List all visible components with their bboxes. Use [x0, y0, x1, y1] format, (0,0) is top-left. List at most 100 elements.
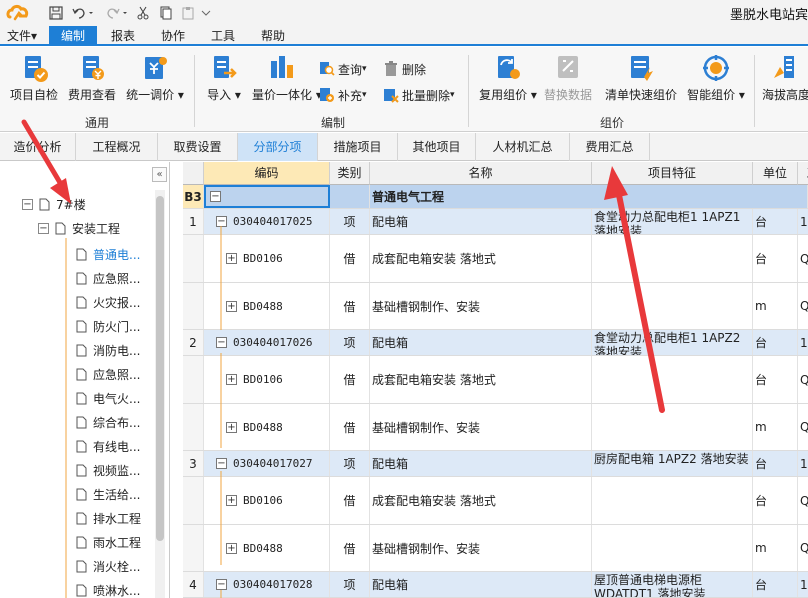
section-row[interactable]: B3 − 普通电气工程: [183, 185, 808, 209]
name-cell[interactable]: 成套配电箱安装 落地式: [370, 235, 592, 282]
unit-cell[interactable]: 台: [753, 235, 798, 282]
table-subrow[interactable]: +BD0488借基础槽钢制作、安装 mQD: [183, 283, 808, 330]
category-cell[interactable]: 项: [330, 209, 370, 234]
category-cell[interactable]: 借: [330, 404, 370, 450]
tree-item[interactable]: 应急照...: [76, 364, 140, 384]
table-subrow[interactable]: +BD0106借成套配电箱安装 落地式 台QD: [183, 356, 808, 404]
tree-item[interactable]: 喷淋水...: [76, 580, 140, 598]
feature-cell[interactable]: [592, 477, 753, 524]
unit-cell[interactable]: m: [753, 525, 798, 571]
project-check-button[interactable]: 项目自检: [6, 53, 62, 103]
code-cell[interactable]: −030404017028: [204, 572, 330, 597]
header-code[interactable]: 编码: [204, 162, 330, 185]
tree-item[interactable]: 排水工程: [76, 508, 141, 528]
section-code-cell[interactable]: −: [204, 185, 330, 208]
collapse-icon[interactable]: −: [216, 216, 227, 227]
tab-cost-analysis[interactable]: 造价分析: [0, 133, 76, 161]
unit-cell[interactable]: 台: [753, 209, 798, 234]
feature-cell[interactable]: [592, 404, 753, 450]
feature-cell[interactable]: 食堂动力总配电柜1 1APZ1 落地安装: [592, 209, 753, 234]
price-unified-button[interactable]: 量价一体化 ▾: [252, 53, 322, 103]
import-button[interactable]: 导入 ▾: [204, 53, 244, 103]
code-cell[interactable]: −030404017026: [204, 330, 330, 355]
menu-help[interactable]: 帮助: [253, 26, 293, 46]
menu-file[interactable]: 文件▾: [2, 26, 42, 46]
tree-item[interactable]: 雨水工程: [76, 532, 141, 552]
code-cell[interactable]: + BD0488: [204, 283, 330, 329]
tab-labor-material-summary[interactable]: 人材机汇总: [476, 133, 570, 161]
smart-group-button[interactable]: 智能组价 ▾: [686, 53, 746, 103]
unit-cell[interactable]: 台: [753, 477, 798, 524]
name-cell[interactable]: 配电箱: [370, 451, 592, 476]
extra-cell[interactable]: 1: [798, 330, 808, 355]
category-cell[interactable]: 项: [330, 451, 370, 476]
tree-item[interactable]: 消火栓...: [76, 556, 140, 576]
haiba-button[interactable]: 海拔高度: [762, 53, 808, 103]
collapse-icon[interactable]: −: [216, 579, 227, 590]
tree-scrollbar[interactable]: [155, 190, 165, 598]
code-cell[interactable]: + BD0106: [204, 477, 330, 524]
table-subrow[interactable]: +BD0106借成套配电箱安装 落地式 台QD: [183, 477, 808, 525]
scroll-thumb[interactable]: [156, 196, 164, 541]
unit-cell[interactable]: 台: [753, 356, 798, 403]
category-cell[interactable]: 项: [330, 572, 370, 597]
feature-cell[interactable]: 食堂动力总配电柜1 1APZ2 落地安装: [592, 330, 753, 355]
code-cell[interactable]: + BD0106: [204, 356, 330, 403]
tree-item[interactable]: 有线电...: [76, 436, 140, 456]
tree-item[interactable]: 普通电...: [76, 244, 140, 264]
category-cell[interactable]: 借: [330, 283, 370, 329]
header-unit[interactable]: 单位: [753, 162, 798, 185]
tree-item[interactable]: 生活给...: [76, 484, 140, 504]
tab-project-overview[interactable]: 工程概况: [76, 133, 158, 161]
table-subrow[interactable]: +BD0488借基础槽钢制作、安装 mQD: [183, 404, 808, 451]
menu-edit[interactable]: 编制: [49, 26, 97, 46]
unit-cell[interactable]: 台: [753, 572, 798, 597]
table-row[interactable]: 3−030404017027 项配电箱 厨房配电箱 1APZ2 落地安装台 1: [183, 451, 808, 477]
feature-cell[interactable]: [592, 235, 753, 282]
menu-report[interactable]: 报表: [103, 26, 143, 46]
feature-cell[interactable]: 厨房配电箱 1APZ2 落地安装: [592, 451, 753, 476]
cut-icon[interactable]: [135, 4, 151, 22]
expand-icon[interactable]: +: [226, 253, 237, 264]
extra-cell[interactable]: QD: [798, 235, 808, 282]
tree-item[interactable]: 火灾报...: [76, 292, 140, 312]
extra-cell[interactable]: 1: [798, 451, 808, 476]
collapse-icon[interactable]: −: [216, 458, 227, 469]
extra-cell[interactable]: 1: [798, 572, 808, 597]
code-cell[interactable]: + BD0488: [204, 525, 330, 571]
table-row[interactable]: 4−030404017028 项配电箱 屋顶普通电梯电源柜 WDATDT1 落地安装…: [183, 572, 808, 598]
unit-cell[interactable]: 台: [753, 330, 798, 355]
extra-cell[interactable]: QD: [798, 477, 808, 524]
name-cell[interactable]: 成套配电箱安装 落地式: [370, 356, 592, 403]
tree-item[interactable]: 应急照...: [76, 268, 140, 288]
extra-cell[interactable]: 1: [798, 209, 808, 234]
category-cell[interactable]: 借: [330, 356, 370, 403]
name-cell[interactable]: 配电箱: [370, 209, 592, 234]
unit-cell[interactable]: m: [753, 283, 798, 329]
collapse-tree-button[interactable]: «: [152, 167, 167, 182]
redo-icon[interactable]: [104, 4, 130, 22]
batch-delete-button[interactable]: 批量删除 ▾: [383, 85, 455, 105]
save-icon[interactable]: [48, 4, 64, 22]
name-cell[interactable]: 配电箱: [370, 330, 592, 355]
unit-cell[interactable]: m: [753, 404, 798, 450]
table-row[interactable]: 2−030404017026 项配电箱 食堂动力总配电柜1 1APZ2 落地安装台 1: [183, 330, 808, 356]
extra-cell[interactable]: QD: [798, 283, 808, 329]
reuse-group-button[interactable]: 复用组价 ▾: [478, 53, 538, 103]
name-cell[interactable]: 基础槽钢制作、安装: [370, 525, 592, 571]
table-row[interactable]: 1−030404017025 项配电箱 食堂动力总配电柜1 1APZ1 落地安装台 1: [183, 209, 808, 235]
copy-icon[interactable]: [158, 4, 174, 22]
code-cell[interactable]: −030404017025: [204, 209, 330, 234]
collapse-icon[interactable]: −: [210, 191, 221, 202]
delete-button[interactable]: 删除: [383, 59, 426, 79]
header-category[interactable]: 类别: [330, 162, 370, 185]
quick-group-button[interactable]: 清单快速组价: [600, 53, 682, 103]
collapse-icon[interactable]: −: [216, 337, 227, 348]
fee-view-button[interactable]: 费用查看: [66, 53, 118, 103]
header-feature[interactable]: 项目特征: [592, 162, 753, 185]
unit-cell[interactable]: 台: [753, 451, 798, 476]
header-name[interactable]: 名称: [370, 162, 592, 185]
table-subrow[interactable]: +BD0106借成套配电箱安装 落地式 台QD: [183, 235, 808, 283]
extra-cell[interactable]: QD: [798, 525, 808, 571]
category-cell[interactable]: 借: [330, 235, 370, 282]
